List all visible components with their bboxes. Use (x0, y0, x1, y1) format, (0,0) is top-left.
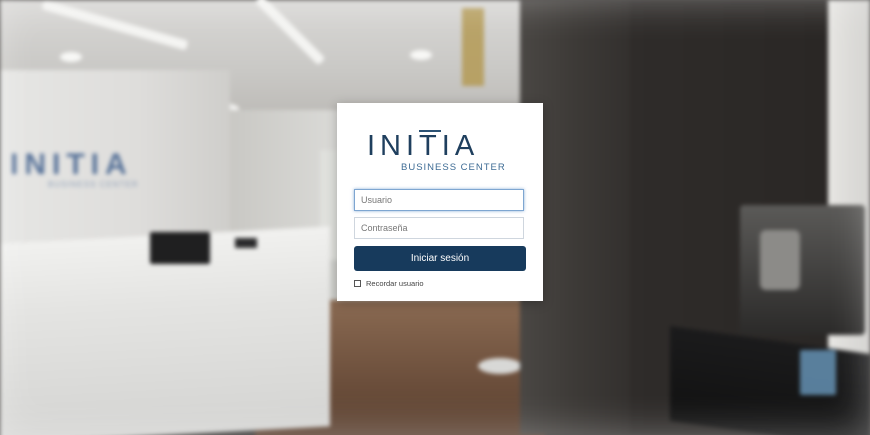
ceiling-light (410, 50, 432, 60)
vending-screen (800, 350, 836, 395)
coffee-machine (740, 205, 865, 335)
remember-checkbox[interactable] (354, 280, 361, 287)
logo-wordmark: INITIA (367, 130, 480, 162)
ceiling-light (60, 52, 82, 62)
username-input[interactable] (354, 189, 524, 211)
password-input[interactable] (354, 217, 524, 239)
monitor (150, 232, 210, 264)
monitor (235, 238, 257, 248)
wall-logo: INITIA (10, 148, 133, 181)
ceiling-beam (462, 8, 484, 86)
logo-subtitle: BUSINESS CENTER (401, 162, 506, 173)
remember-label: Recordar usuario (366, 279, 424, 288)
round-table (478, 358, 522, 374)
wall-logo-subtitle: BUSINESS CENTER (48, 180, 139, 189)
remember-user-option[interactable]: Recordar usuario (354, 279, 424, 288)
coffee-machine-part (760, 230, 800, 290)
login-page: INITIA BUSINESS CENTER INITIA BUSINESS C… (0, 0, 870, 435)
login-button[interactable]: Iniciar sesión (354, 246, 526, 271)
login-card: INITIA BUSINESS CENTER Iniciar sesión Re… (337, 103, 543, 301)
brand-logo: INITIA BUSINESS CENTER (367, 130, 517, 181)
